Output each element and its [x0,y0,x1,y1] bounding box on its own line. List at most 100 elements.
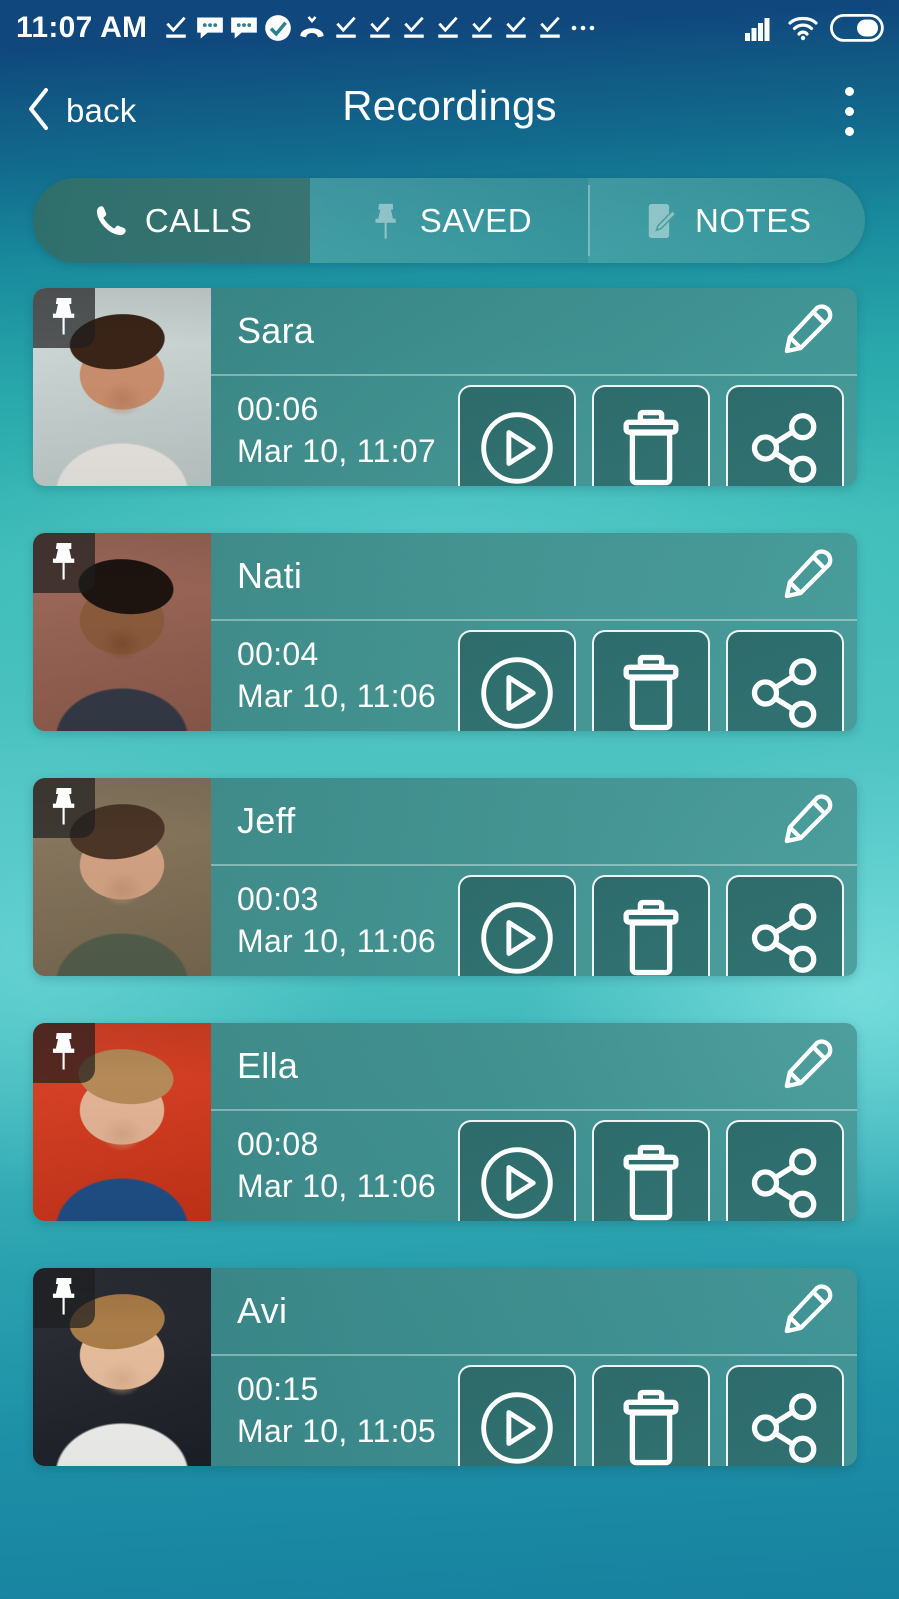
recording-meta: 00:06 Mar 10, 11:07 [237,388,436,472]
trash-icon [620,409,682,487]
share-button[interactable] [726,875,844,976]
tab-calls[interactable]: CALLS [33,178,311,263]
wifi-icon [786,11,820,45]
contact-photo[interactable] [33,778,211,976]
recording-body: 00:06 Mar 10, 11:07 [211,376,857,486]
recording-meta: 00:15 Mar 10, 11:05 [237,1368,436,1452]
recording-duration: 00:15 [237,1370,319,1407]
recording-actions [458,1365,844,1466]
play-circle-icon [478,1144,556,1222]
recording-datetime: Mar 10, 11:06 [237,923,436,959]
recording-details: Jeff 00:03 Mar 10, 11:06 [211,778,857,976]
page-title: Recordings [342,82,557,129]
play-circle-icon [478,899,556,977]
recording-body: 00:04 Mar 10, 11:06 [211,621,857,731]
edit-name-button[interactable] [777,301,837,361]
recording-card[interactable]: Avi 00:15 Mar 10, 11:05 [33,1268,857,1466]
share-nodes-icon [746,654,824,732]
status-notification-icons [159,11,743,45]
share-button[interactable] [726,630,844,731]
tab-notes[interactable]: NOTES [587,178,865,263]
pinned-badge[interactable] [33,288,95,348]
contact-photo[interactable] [33,533,211,731]
recording-meta: 00:08 Mar 10, 11:06 [237,1123,436,1207]
play-circle-icon [478,1389,556,1467]
trash-icon [620,654,682,732]
share-button[interactable] [726,1120,844,1221]
more-vertical-icon[interactable] [823,80,875,142]
recording-meta: 00:03 Mar 10, 11:06 [237,878,436,962]
pinned-badge[interactable] [33,1268,95,1328]
recording-body: 00:08 Mar 10, 11:06 [211,1111,857,1221]
delete-button[interactable] [592,875,710,976]
pinned-badge[interactable] [33,1023,95,1083]
pin-icon [366,201,406,241]
app-bar: back Recordings [0,56,899,166]
share-button[interactable] [726,385,844,486]
recording-duration: 00:04 [237,635,319,672]
recording-card[interactable]: Jeff 00:03 Mar 10, 11:06 [33,778,857,976]
phone-icon [91,201,131,241]
recording-card[interactable]: Sara 00:06 Mar 10, 11:07 [33,288,857,486]
delete-button[interactable] [592,630,710,731]
recording-actions [458,630,844,731]
pinned-badge[interactable] [33,778,95,838]
recording-card[interactable]: Nati 00:04 Mar 10, 11:06 [33,533,857,731]
delete-button[interactable] [592,1120,710,1221]
status-system-icons [743,11,885,45]
recording-header: Jeff [211,778,857,866]
delete-button[interactable] [592,385,710,486]
play-button[interactable] [458,385,576,486]
recording-header: Nati [211,533,857,621]
contact-photo[interactable] [33,1023,211,1221]
contact-photo[interactable] [33,288,211,486]
recording-actions [458,875,844,976]
recording-card[interactable]: Ella 00:08 Mar 10, 11:06 [33,1023,857,1221]
recording-datetime: Mar 10, 11:06 [237,678,436,714]
download-done-icon [465,11,499,45]
edit-name-button[interactable] [777,546,837,606]
recording-datetime: Mar 10, 11:06 [237,1168,436,1204]
pinned-badge[interactable] [33,533,95,593]
pin-icon [47,296,81,341]
edit-name-button[interactable] [777,1281,837,1341]
chat-bubble-icon [227,11,261,45]
recording-datetime: Mar 10, 11:05 [237,1413,436,1449]
pin-icon [47,1276,81,1321]
recording-header: Ella [211,1023,857,1111]
contact-name: Avi [237,1290,288,1331]
status-clock: 11:07 AM [16,11,148,44]
recording-details: Ella 00:08 Mar 10, 11:06 [211,1023,857,1221]
dot [844,106,854,116]
recording-details: Avi 00:15 Mar 10, 11:05 [211,1268,857,1466]
contact-name: Sara [237,310,315,351]
pencil-icon [779,301,835,362]
tab-saved[interactable]: SAVED [310,178,588,263]
status-bar: 11:07 AM [0,0,899,56]
pencil-icon [779,546,835,607]
play-circle-icon [478,654,556,732]
recording-body: 00:03 Mar 10, 11:06 [211,866,857,976]
share-nodes-icon [746,899,824,977]
recording-actions [458,385,844,486]
play-button[interactable] [458,630,576,731]
battery-icon [829,11,885,45]
share-nodes-icon [746,409,824,487]
contact-name: Jeff [237,800,296,841]
edit-name-button[interactable] [777,791,837,851]
recording-duration: 00:06 [237,390,319,427]
share-button[interactable] [726,1365,844,1466]
contact-photo[interactable] [33,1268,211,1466]
recording-details: Sara 00:06 Mar 10, 11:07 [211,288,857,486]
edit-name-button[interactable] [777,1036,837,1096]
pencil-icon [779,1036,835,1097]
play-button[interactable] [458,1365,576,1466]
play-button[interactable] [458,875,576,976]
contact-name: Nati [237,555,303,596]
play-button[interactable] [458,1120,576,1221]
download-done-icon [431,11,465,45]
pencil-icon [779,1281,835,1342]
download-done-icon [533,11,567,45]
recording-meta: 00:04 Mar 10, 11:06 [237,633,436,717]
delete-button[interactable] [592,1365,710,1466]
